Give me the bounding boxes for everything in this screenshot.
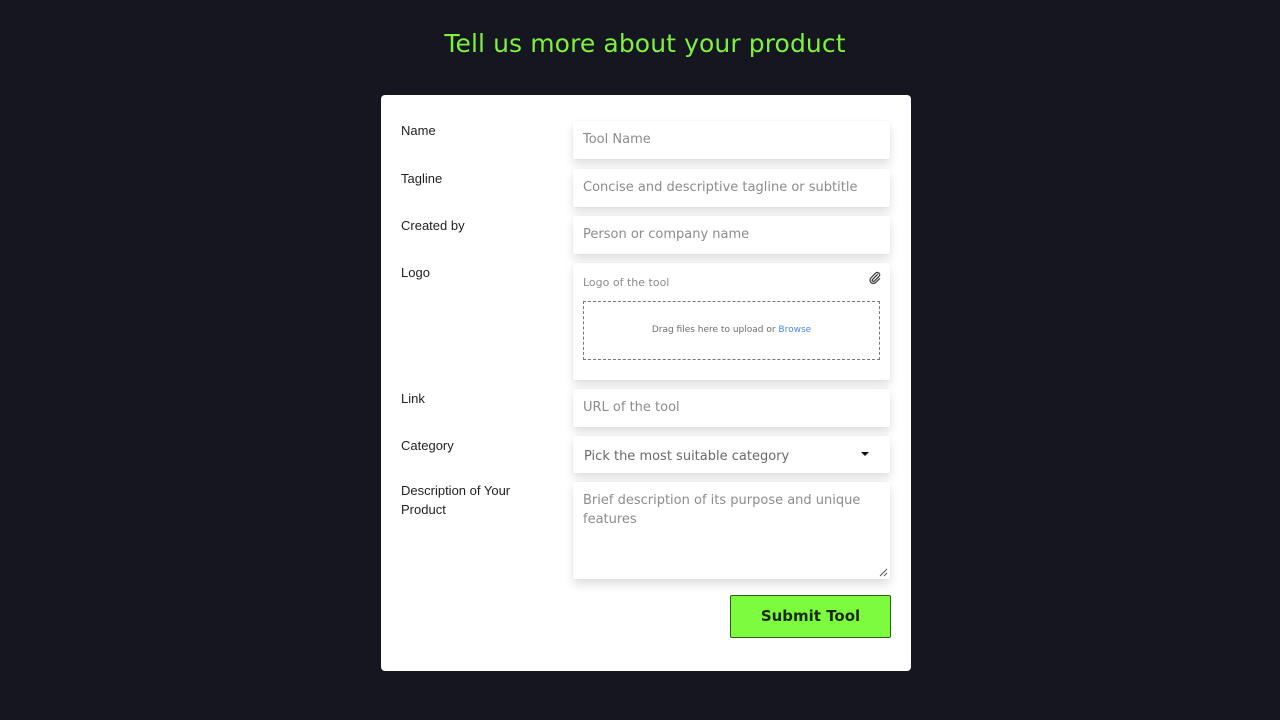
submit-tool-button[interactable]: Submit Tool: [730, 595, 891, 638]
tagline-input-placeholder: Concise and descriptive tagline or subti…: [583, 180, 858, 195]
dropzone-text: Drag files here to upload or: [651, 325, 779, 335]
created-by-input-placeholder: Person or company name: [583, 227, 750, 242]
product-form-card: Name Tool Name Tagline Concise and descr…: [381, 95, 911, 671]
name-input[interactable]: Tool Name: [573, 121, 890, 159]
tagline-input[interactable]: Concise and descriptive tagline or subti…: [573, 169, 890, 207]
name-label: Name: [401, 123, 436, 138]
file-dropzone[interactable]: Drag files here to upload or Browse: [583, 301, 880, 360]
description-textarea[interactable]: Brief description of its purpose and uni…: [573, 482, 890, 579]
category-select-value: Pick the most suitable category: [584, 449, 790, 464]
description-label-line1: Description of Your: [401, 483, 511, 498]
description-label-line2: Product: [401, 502, 446, 517]
logo-placeholder: Logo of the tool: [583, 276, 670, 289]
description-placeholder: Brief description of its purpose and uni…: [583, 493, 861, 527]
category-label: Category: [401, 438, 454, 453]
tagline-label: Tagline: [401, 171, 443, 186]
caret-down-icon: [861, 452, 869, 456]
link-label: Link: [401, 391, 425, 406]
browse-link[interactable]: Browse: [778, 325, 811, 335]
paperclip-icon[interactable]: [869, 271, 881, 285]
name-input-placeholder: Tool Name: [583, 132, 651, 147]
link-input-placeholder: URL of the tool: [583, 400, 680, 415]
page-title: Tell us more about your product: [444, 29, 846, 58]
link-input[interactable]: URL of the tool: [573, 389, 890, 427]
logo-upload-field[interactable]: Logo of the tool Drag files here to uplo…: [573, 263, 890, 380]
created-by-label: Created by: [401, 218, 465, 233]
created-by-input[interactable]: Person or company name: [573, 216, 890, 254]
description-label: Description of Your Product: [401, 481, 510, 519]
resize-handle-icon[interactable]: [879, 568, 888, 577]
category-select[interactable]: Pick the most suitable category: [573, 436, 890, 473]
logo-label: Logo: [401, 265, 430, 280]
